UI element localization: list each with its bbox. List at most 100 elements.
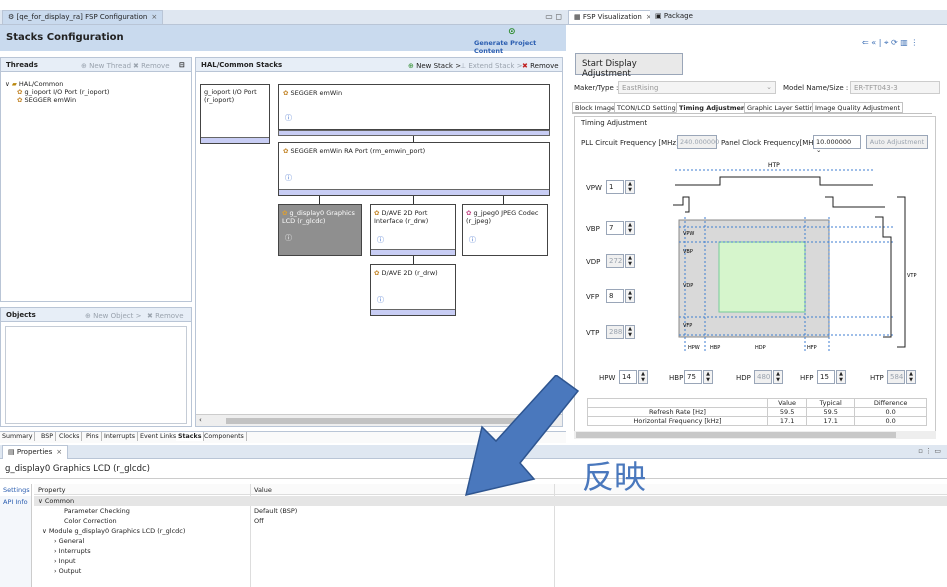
module-name: D/AVE 2D Port Interface (r_drw) (374, 209, 429, 225)
module-box-dave-port[interactable]: ✿ D/AVE 2D Port Interface (r_drw) ⓘ (370, 204, 456, 256)
info-icon[interactable]: ⓘ (285, 233, 292, 243)
prop-value[interactable]: Default (BSP) (254, 507, 297, 515)
vpw-input[interactable]: 1 (606, 180, 624, 194)
info-icon[interactable]: ⓘ (285, 173, 292, 183)
hpw-spinner[interactable]: ▲ ▼ (638, 370, 648, 384)
objects-header: Objects ⊕ New Object > ✖ Remove (1, 308, 191, 322)
tab-api-info[interactable]: API Info (0, 496, 31, 508)
table-row[interactable]: › Output (34, 566, 947, 576)
tab-timing-adjustment[interactable]: Timing Adjustment (676, 102, 752, 113)
close-icon[interactable]: × (56, 448, 62, 456)
tab-stacks[interactable]: Stacks (176, 432, 205, 441)
toolbar-pin-icon[interactable]: ⌖ (884, 38, 889, 47)
remove-thread-button[interactable]: ✖ Remove (133, 62, 170, 70)
tab-package[interactable]: ▣ Package (650, 10, 698, 24)
vfp-spinner[interactable]: ▲ ▼ (625, 289, 635, 303)
module-box-jpeg[interactable]: ✿ g_jpeg0 JPEG Codec (r_jpeg) ⓘ (462, 204, 548, 256)
module-label: ✿ g_display0 Graphics LCD (r_glcdc) (282, 209, 355, 225)
table-row[interactable]: ∨ Module g_display0 Graphics LCD (r_glcd… (34, 526, 947, 536)
prop-label: Common (44, 497, 75, 505)
tab-bsp[interactable]: BSP (39, 432, 57, 441)
tab-tcon-lcd-setting[interactable]: TCON/LCD Setting (614, 102, 679, 113)
panel-clock-select[interactable]: 10.000000 ⌄ (813, 135, 861, 154)
hbp-spinner[interactable]: ▲ ▼ (703, 370, 713, 384)
close-icon[interactable]: × (151, 13, 157, 21)
table-row[interactable]: › Interrupts (34, 546, 947, 556)
info-icon[interactable]: ⓘ (469, 235, 476, 245)
generate-project-content-link[interactable]: Generate Project Content (474, 39, 566, 55)
tab-interrupts[interactable]: Interrupts (102, 432, 138, 441)
module-box-emwin[interactable]: ✿ SEGGER emWin ⓘ (278, 84, 550, 130)
scrollbar-thumb[interactable] (576, 432, 896, 438)
new-object-button[interactable]: ⊕ New Object > (85, 312, 141, 320)
tab-pins[interactable]: Pins (84, 432, 102, 441)
scroll-left-icon[interactable]: ‹ (199, 416, 202, 424)
hfp-input[interactable]: 15 (817, 370, 835, 384)
prop-value[interactable]: Off (254, 517, 264, 525)
tab-image-quality-adjustment[interactable]: Image Quality Adjustment (812, 102, 904, 113)
toolbar-rewind-icon[interactable]: « (871, 38, 876, 47)
generate-icon[interactable]: ⊙ (508, 27, 516, 37)
tree-item-hal-common[interactable]: ∨ ▰ HAL/Common (5, 80, 63, 88)
module-bar (201, 137, 269, 143)
module-box-emwin-ra-port[interactable]: ✿ SEGGER emWin RA Port (rm_emwin_port) ⓘ (278, 142, 550, 196)
info-icon[interactable]: ⓘ (285, 113, 292, 123)
htp-label: HTP (768, 162, 780, 169)
tree-item-ioport[interactable]: ✿ g_ioport I/O Port (r_ioport) (17, 88, 109, 96)
vpw-spinner[interactable]: ▲ ▼ (625, 180, 635, 194)
hfp-spinner[interactable]: ▲ ▼ (836, 370, 846, 384)
collapse-icon[interactable]: ⊟ (179, 61, 185, 69)
timing-adjustment-group: Timing Adjustment PLL Circuit Frequency … (574, 116, 936, 436)
vbp-spinner[interactable]: ▲ ▼ (625, 221, 635, 235)
remove-stack-button[interactable]: ✖ Remove (522, 62, 559, 70)
tab-fsp-visualization[interactable]: ▦ FSP Visualization × (568, 10, 658, 24)
tab-fsp-configuration[interactable]: ⚙ [qe_for_display_ra] FSP Configuration × (2, 10, 164, 24)
table-row[interactable]: › General (34, 536, 947, 546)
toolbar-refresh-icon[interactable]: ⟳ (891, 38, 898, 47)
tab-clocks[interactable]: Clocks (57, 432, 83, 441)
tree-item-emwin[interactable]: ✿ SEGGER emWin (17, 96, 76, 104)
module-bar (371, 249, 455, 255)
hbp-input[interactable]: 75 (684, 370, 702, 384)
toolbar-layout-icon[interactable]: ▥ (900, 38, 908, 47)
table-cell-diff: 0.0 (854, 416, 927, 426)
info-icon[interactable]: ⓘ (377, 295, 384, 305)
viz-tabbar: ▦ FSP Visualization × ▣ Package (566, 10, 947, 25)
new-stack-label: New Stack > (416, 62, 462, 70)
extend-stack-button[interactable]: ⊥ Extend Stack > (460, 62, 523, 70)
gear-icon: ⚙ (8, 13, 15, 21)
module-box-dave[interactable]: ✿ D/AVE 2D (r_drw) ⓘ (370, 264, 456, 316)
tab-components[interactable]: Components (202, 432, 247, 441)
minimize-maximize-icon[interactable]: ▭ ◻ (545, 12, 562, 21)
connector-line (413, 256, 414, 264)
toolbar-back-icon[interactable]: ⇐ (862, 38, 869, 47)
panel-clock-value: 10.000000 (816, 138, 852, 146)
connector-line (503, 196, 504, 204)
start-display-adjustment-button[interactable]: Start Display Adjustment (575, 53, 683, 79)
tab-graphic-layer-setting[interactable]: Graphic Layer Setting (744, 102, 821, 113)
module-box-ioport[interactable]: g_ioport I/O Port (r_ioport) (200, 84, 270, 144)
vbp-input[interactable]: 7 (606, 221, 624, 235)
tab-summary[interactable]: Summary (0, 432, 36, 441)
new-stack-button[interactable]: ⊕ New Stack > (408, 62, 461, 70)
table-row[interactable]: › Input (34, 556, 947, 566)
toolbar-menu-icon[interactable]: ⋮ (910, 38, 918, 47)
remove-object-button[interactable]: ✖ Remove (147, 312, 184, 320)
vfp-input[interactable]: 8 (606, 289, 624, 303)
viz-scrollbar[interactable] (574, 431, 936, 439)
tab-settings[interactable]: Settings (0, 484, 31, 496)
diagram-hbp: HBP (710, 345, 720, 351)
module-label: ✿ D/AVE 2D (r_drw) (374, 269, 438, 277)
remove-label: Remove (155, 312, 184, 320)
maker-select[interactable]: EastRising ⌄ (618, 81, 776, 94)
view-menu-icon[interactable]: ▫ ⋮ ▭ (918, 447, 941, 455)
tab-properties[interactable]: ▤ Properties × (2, 445, 69, 459)
tab-event-links[interactable]: Event Links (138, 432, 180, 441)
prop-name: › Interrupts (54, 547, 91, 555)
hpw-input[interactable]: 14 (619, 370, 637, 384)
module-box-display-selected[interactable]: ✿ g_display0 Graphics LCD (r_glcdc) ⓘ (278, 204, 362, 256)
tab-block-image[interactable]: Block Image (572, 102, 619, 113)
new-thread-button[interactable]: ⊕ New Thread (81, 62, 131, 70)
auto-adjustment-button[interactable]: Auto Adjustment (866, 135, 928, 149)
info-icon[interactable]: ⓘ (377, 235, 384, 245)
